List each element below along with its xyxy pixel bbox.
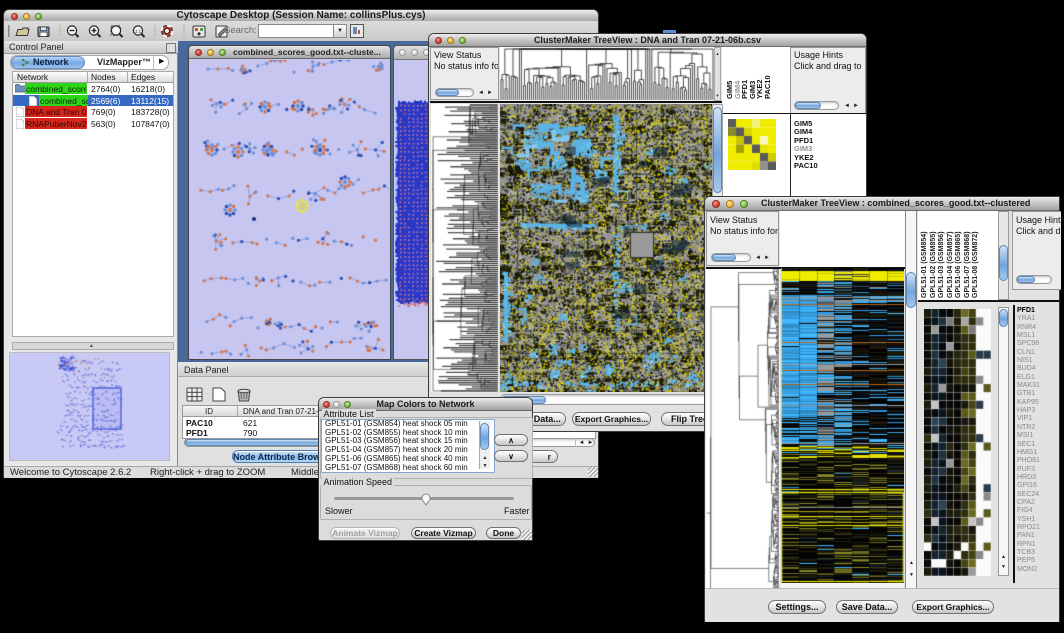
svg-text:1:1: 1:1: [135, 29, 142, 34]
